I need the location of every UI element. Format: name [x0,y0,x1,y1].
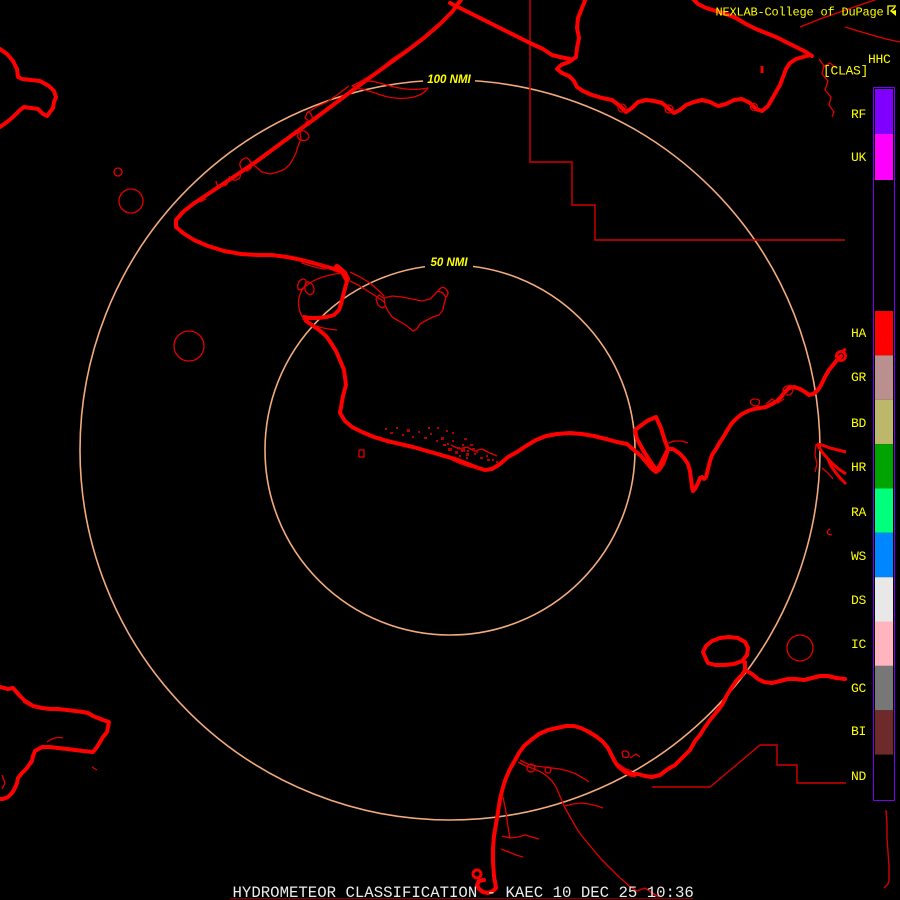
svg-text:ND: ND [851,769,867,784]
svg-text:BD: BD [851,416,867,431]
svg-text:GR: GR [851,370,867,385]
svg-text:100 NMI: 100 NMI [427,74,471,86]
svg-text:BI: BI [851,724,866,739]
svg-text:RA: RA [851,505,867,520]
svg-text:DS: DS [851,593,867,608]
svg-text:HHC: HHC [868,52,891,67]
svg-text:HR: HR [851,460,867,475]
svg-text:NEXLAB-College of DuPage: NEXLAB-College of DuPage [716,6,884,20]
svg-text:GC: GC [851,681,867,696]
svg-text:HA: HA [851,326,867,341]
svg-text:RF: RF [851,107,866,122]
svg-text:WS: WS [851,549,867,564]
svg-text:[CLAS]: [CLAS] [823,64,868,79]
svg-text:UK: UK [851,150,867,165]
svg-text:IC: IC [851,637,867,652]
svg-text:50 NMI: 50 NMI [430,257,468,269]
svg-text:HYDROMETEOR CLASSIFICATION - K: HYDROMETEOR CLASSIFICATION - KAEC 10 DEC… [233,884,694,900]
